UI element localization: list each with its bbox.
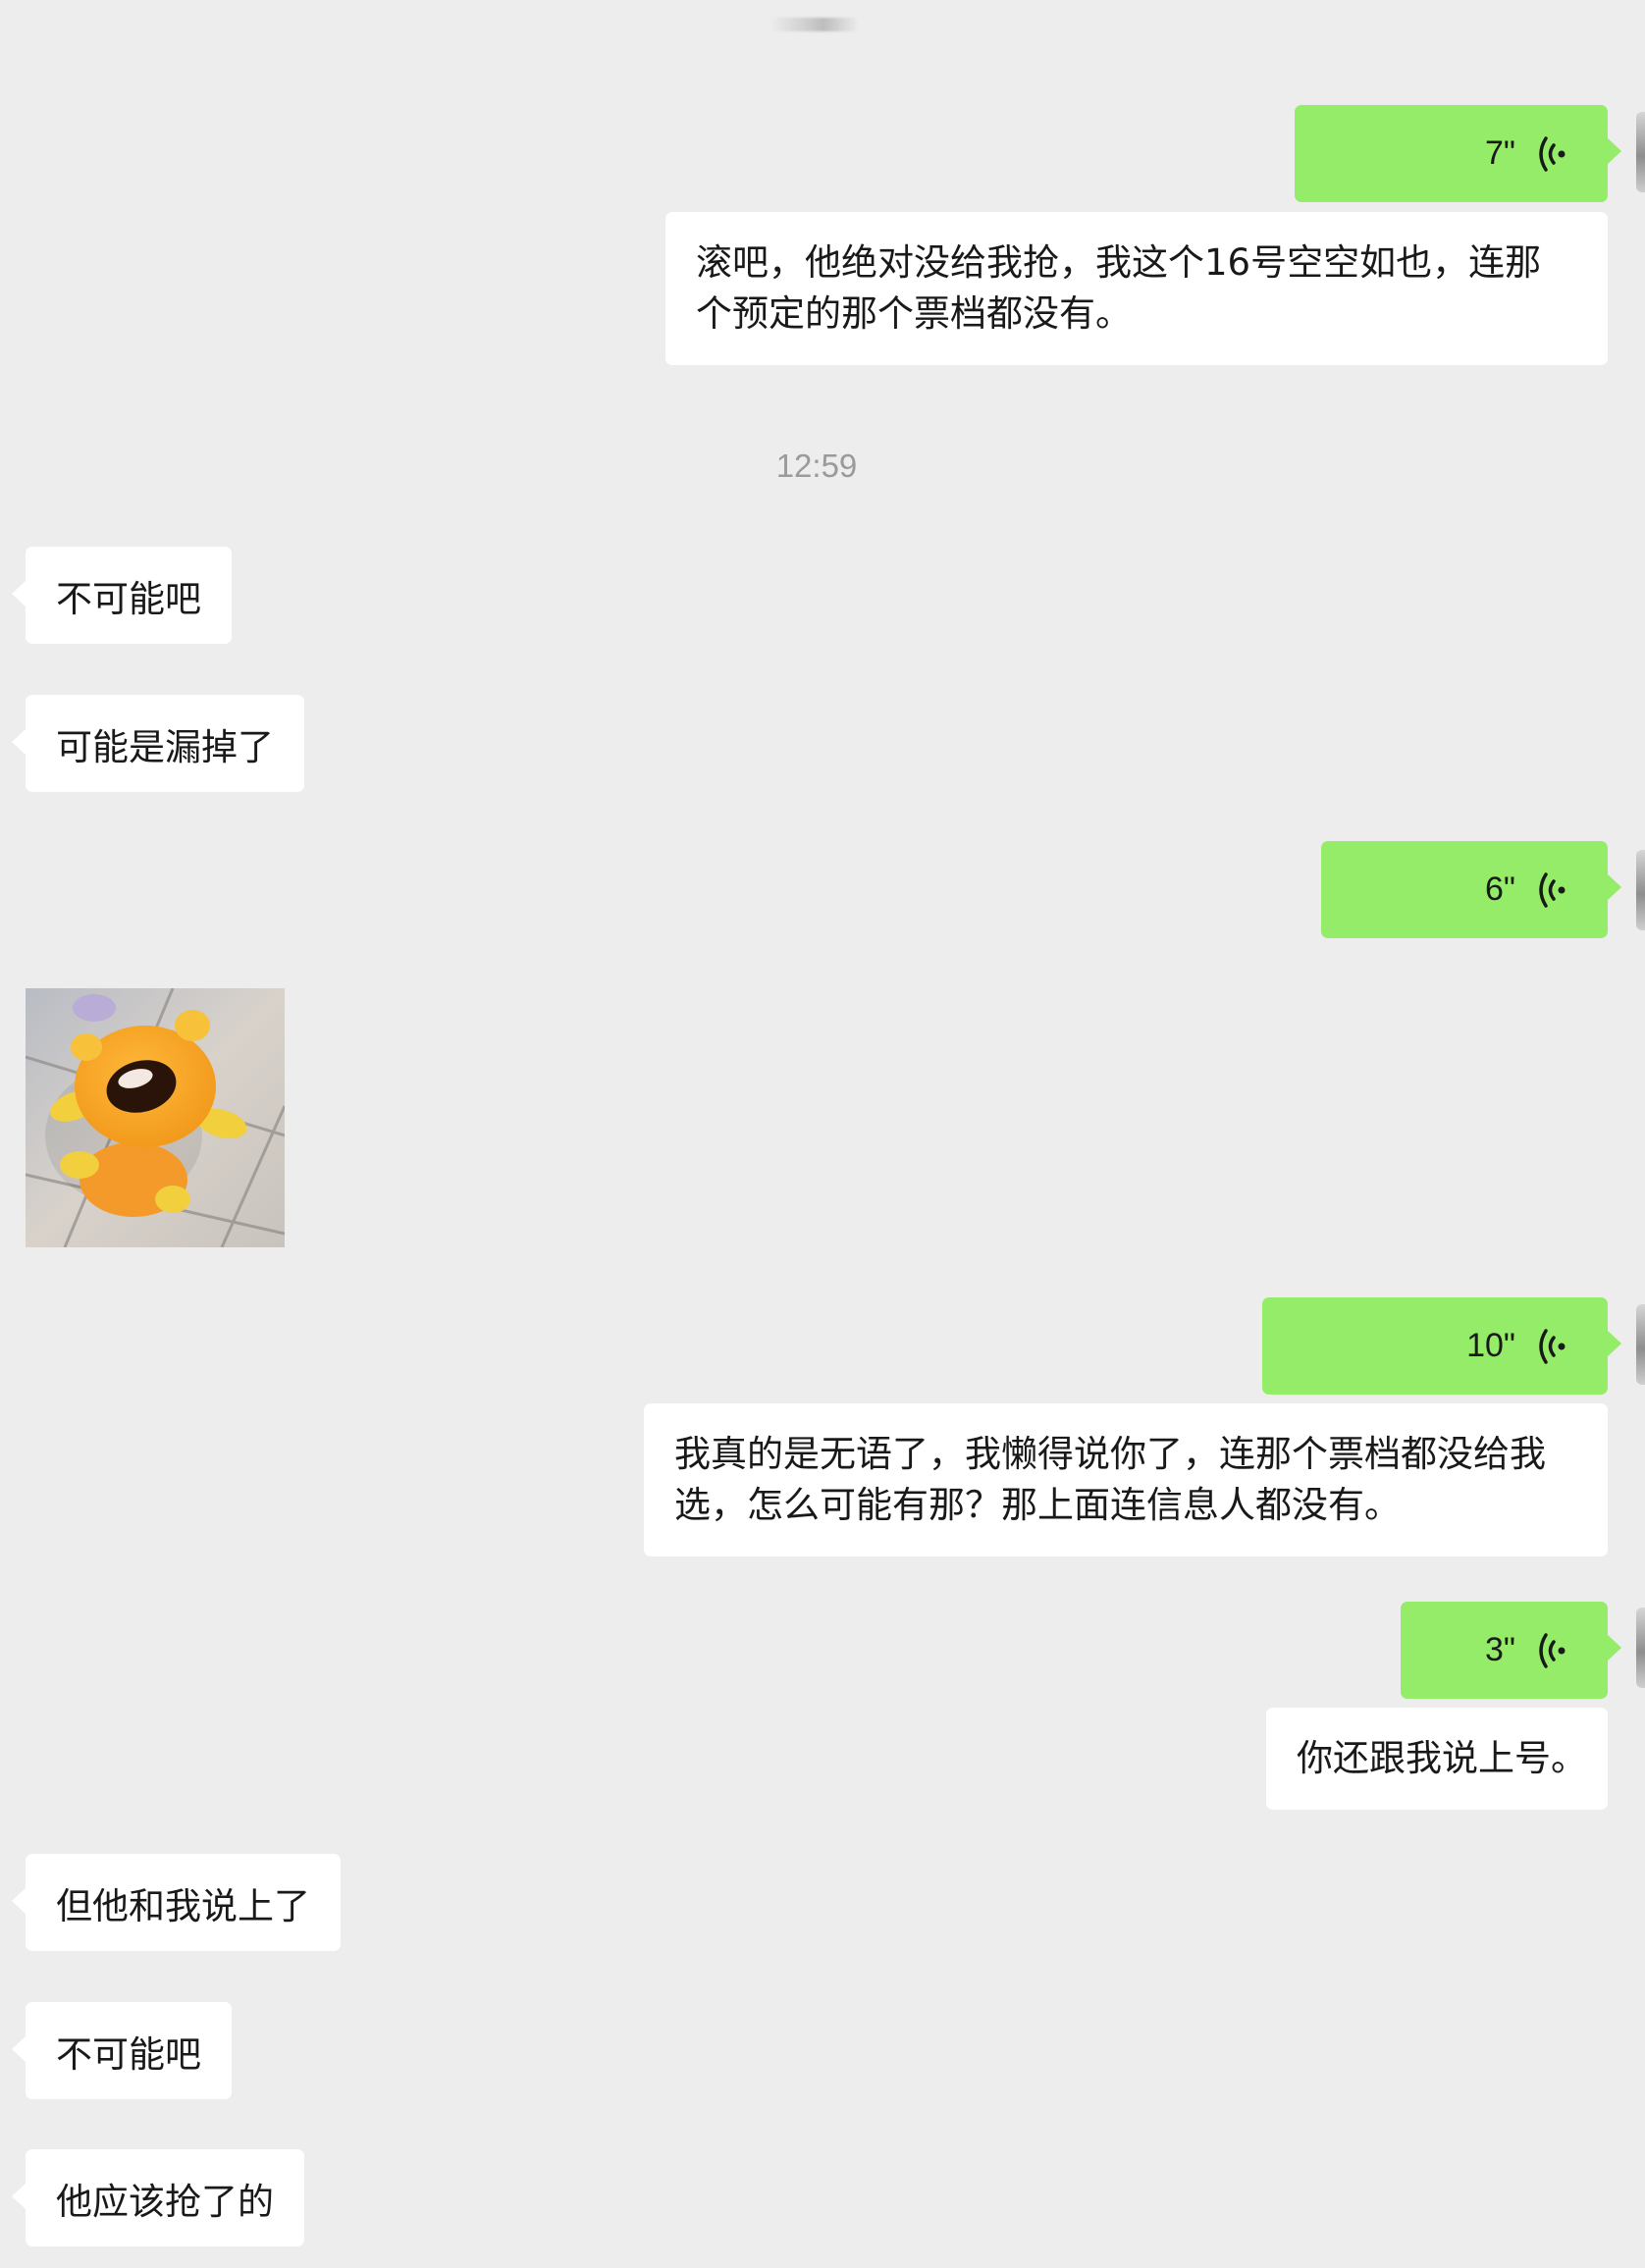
incoming-message-bubble[interactable]: 他应该抢了的 [12, 2149, 304, 2246]
self-avatar[interactable] [1636, 1304, 1645, 1385]
self-avatar[interactable] [1636, 1608, 1645, 1688]
self-avatar[interactable] [1636, 112, 1645, 192]
voice-wave-icon [1539, 135, 1565, 172]
voice-message-bubble[interactable]: 3" [1401, 1602, 1621, 1699]
voice-wave-icon [1539, 871, 1565, 908]
voice-duration: 7" [1485, 134, 1515, 172]
voice-duration: 3" [1485, 1631, 1515, 1668]
voice-message-bubble[interactable]: 10" [1262, 1297, 1621, 1395]
chat-timestamp: 12:59 [775, 448, 858, 484]
voice-duration: 10" [1466, 1327, 1515, 1364]
incoming-message-bubble[interactable]: 可能是漏掉了 [12, 695, 304, 792]
incoming-message-bubble[interactable]: 不可能吧 [12, 547, 232, 644]
incoming-message-bubble[interactable]: 但他和我说上了 [12, 1854, 341, 1951]
voice-transcription-text: 你还跟我说上号。 [1266, 1708, 1608, 1810]
voice-wave-icon [1539, 1632, 1565, 1668]
voice-transcription-text: 我真的是无语了，我懒得说你了，连那个票档都没给我选，怎么可能有那？那上面连信息人… [644, 1403, 1608, 1556]
voice-message-bubble[interactable]: 6" [1321, 841, 1621, 938]
voice-wave-icon [1539, 1328, 1565, 1364]
voice-message-bubble[interactable]: 7" [1295, 105, 1621, 202]
voice-transcription-text: 滚吧，他绝对没给我抢，我这个16号空空如也，连那个预定的那个票档都没有。 [665, 212, 1608, 365]
top-blur-artifact [770, 18, 859, 31]
self-avatar[interactable] [1636, 850, 1645, 930]
voice-duration: 6" [1485, 870, 1515, 908]
crying-yellow-creature-sticker[interactable] [26, 988, 285, 1247]
incoming-message-bubble[interactable]: 不可能吧 [12, 2002, 232, 2099]
